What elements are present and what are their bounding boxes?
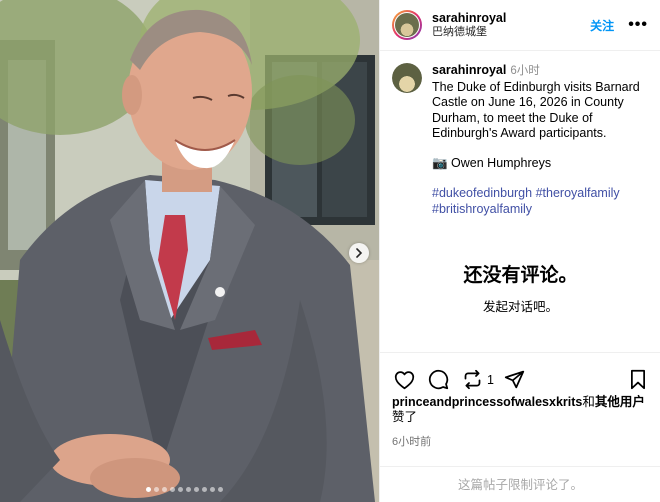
carousel-dot — [146, 487, 151, 492]
chevron-right-icon — [356, 248, 363, 258]
header-username[interactable]: sarahinroyal — [432, 11, 590, 26]
caption-username[interactable]: sarahinroyal — [432, 63, 506, 77]
hashtag-link[interactable]: #britishroyalfamily — [432, 202, 532, 216]
comment-icon[interactable] — [427, 369, 449, 391]
post-timestamp[interactable]: 6小时前 — [380, 425, 660, 449]
no-comments-title: 还没有评论。 — [463, 265, 578, 286]
likes-others-link[interactable]: 其他用户 — [595, 395, 645, 409]
no-comments: 还没有评论。 发起对话吧。 — [380, 260, 660, 315]
comments-limited-notice: 这篇帖子限制评论了。 — [380, 466, 660, 502]
carousel-next-button[interactable] — [349, 243, 369, 263]
carousel-dots — [146, 487, 223, 492]
avatar[interactable] — [392, 10, 422, 40]
photo-credit: 📷 Owen Humphreys — [432, 155, 552, 170]
action-area: 1 princeandprincessofwalesxkrits和其他用户赞了 … — [380, 352, 660, 449]
carousel-dot — [186, 487, 191, 492]
photo-illustration — [0, 0, 379, 502]
liker-username[interactable]: princeandprincessofwalesxkrits — [392, 395, 582, 409]
carousel-dot — [202, 487, 207, 492]
caption-time: 6小时 — [510, 65, 540, 77]
caption-text: The Duke of Edinburgh visits Barnard Cas… — [432, 79, 640, 141]
bookmark-icon[interactable] — [627, 369, 649, 391]
no-comments-subtitle: 发起对话吧。 — [482, 300, 558, 314]
hashtag-link[interactable]: #dukeofedinburgh — [432, 186, 532, 200]
post-side-panel: sarahinroyal 巴纳德城堡 关注 ••• sarahinroyal 6小… — [379, 0, 660, 502]
heart-icon[interactable] — [393, 369, 415, 391]
carousel-dot — [194, 487, 199, 492]
more-options-icon[interactable]: ••• — [628, 16, 648, 34]
carousel-dot — [178, 487, 183, 492]
carousel-dot — [170, 487, 175, 492]
location-link[interactable]: 巴纳德城堡 — [432, 26, 590, 39]
likes-joiner: 和 — [582, 395, 595, 409]
post-header: sarahinroyal 巴纳德城堡 关注 ••• — [380, 0, 660, 51]
share-icon[interactable] — [504, 369, 526, 391]
action-bar: 1 — [380, 353, 660, 393]
follow-button[interactable]: 关注 — [590, 17, 614, 34]
repost-icon[interactable] — [461, 369, 483, 391]
likes-suffix: 赞了 — [392, 410, 418, 424]
carousel-dot — [218, 487, 223, 492]
carousel-dot — [162, 487, 167, 492]
likes-summary: princeandprincessofwalesxkrits和其他用户赞了 — [380, 393, 660, 425]
carousel-dot — [154, 487, 159, 492]
caption: sarahinroyal 6小时 The Duke of Edinburgh vi… — [380, 51, 660, 217]
caption-avatar[interactable] — [392, 63, 422, 93]
hashtag-link[interactable]: #theroyalfamily — [536, 186, 620, 200]
repost-count: 1 — [487, 372, 494, 387]
post-photo[interactable] — [0, 0, 379, 502]
hashtags: #dukeofedinburgh #theroyalfamily #britis… — [432, 186, 648, 217]
carousel-dot — [210, 487, 215, 492]
